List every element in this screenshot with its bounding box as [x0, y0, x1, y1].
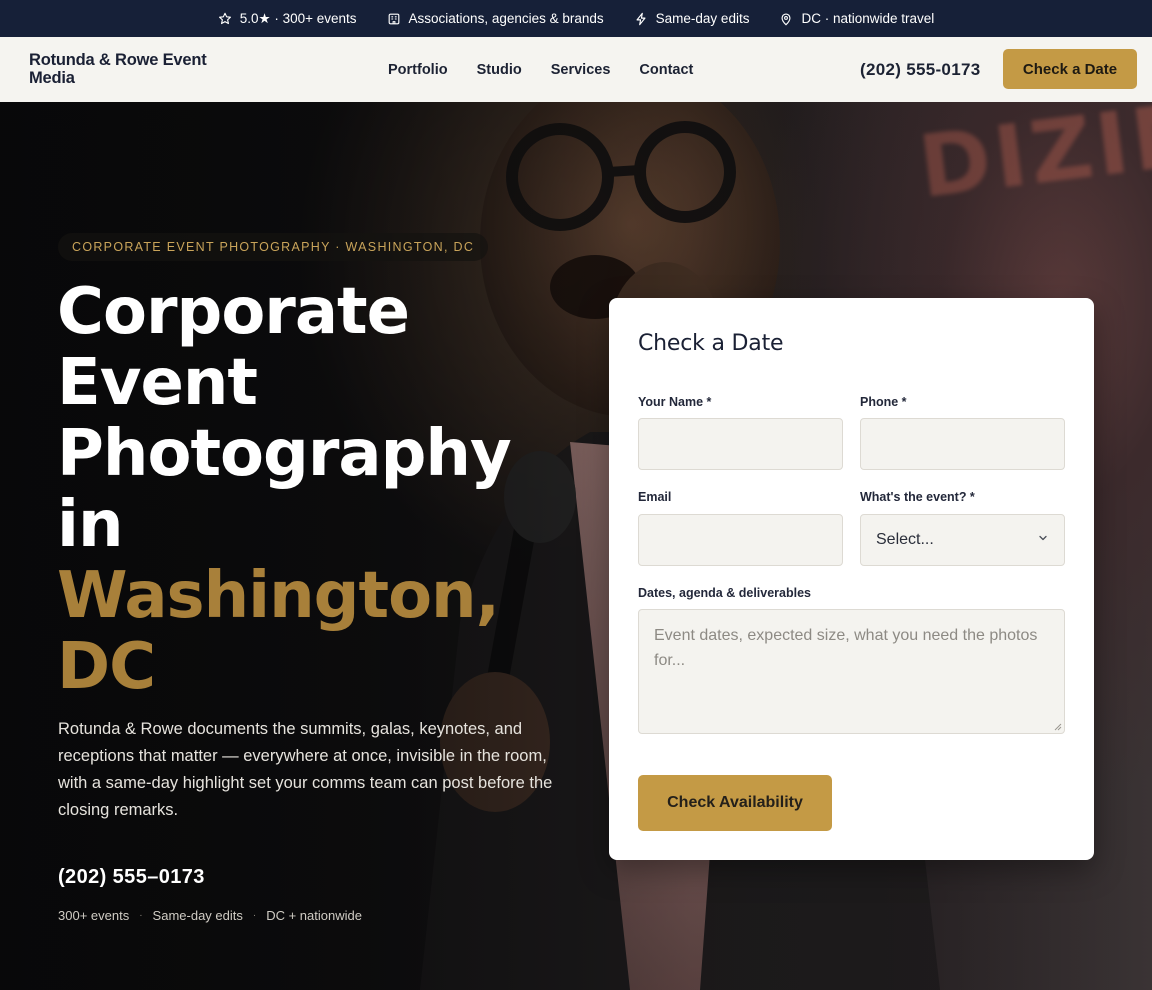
topbar-edits-text: Same-day edits	[655, 11, 750, 26]
nav-link-studio[interactable]: Studio	[477, 62, 522, 78]
topbar-item-rating: 5.0★ · 300+ events	[218, 11, 357, 27]
email-label: Email	[638, 490, 672, 504]
nav-links: Portfolio Studio Services Contact	[388, 37, 693, 102]
stat-separator: ·	[139, 910, 143, 921]
check-availability-button[interactable]: Check Availability	[638, 775, 832, 831]
details-label: Dates, agenda & deliverables	[638, 586, 811, 600]
topbar-item-clients: Associations, agencies & brands	[387, 11, 604, 26]
form-title: Check a Date	[638, 331, 784, 356]
stat-same-day: Same-day edits	[152, 908, 243, 923]
event-type-label: What's the event? *	[860, 490, 975, 504]
hero-phone-link[interactable]: (202) 555–0173	[58, 866, 205, 889]
check-date-button[interactable]: Check a Date	[1003, 49, 1137, 89]
hero-title-accent-line-2: DC	[57, 630, 156, 704]
nav-link-services[interactable]: Services	[551, 62, 611, 78]
hero-eyebrow-badge: CORPORATE EVENT PHOTOGRAPHY · WASHINGTON…	[58, 233, 489, 261]
hero-title-line-2: Event	[57, 346, 258, 420]
phone-input[interactable]	[860, 418, 1065, 470]
nav-link-contact[interactable]: Contact	[639, 62, 693, 78]
details-textarea[interactable]: Event dates, expected size, what you nee…	[638, 609, 1065, 734]
hero-title-line-3: Photography	[57, 417, 512, 491]
email-input[interactable]	[638, 514, 843, 566]
details-placeholder: Event dates, expected size, what you nee…	[654, 627, 1038, 669]
main-nav: Rotunda & Rowe Event Media Portfolio Stu…	[0, 37, 1152, 102]
name-label: Your Name *	[638, 395, 712, 409]
hero-title: Corporate Event Photography in Washingto…	[57, 277, 577, 703]
event-type-select[interactable]: Select...	[860, 514, 1065, 566]
chevron-down-icon	[1037, 531, 1049, 549]
building-icon	[387, 12, 401, 26]
topbar-rating-text: 5.0★ · 300+ events	[239, 10, 357, 26]
topbar-location-text: DC · nationwide travel	[801, 11, 935, 26]
stat-coverage: DC + nationwide	[266, 908, 362, 923]
nav-phone-link[interactable]: (202) 555-0173	[860, 37, 980, 102]
topbar-item-edits: Same-day edits	[634, 11, 750, 26]
event-type-selected-value: Select...	[876, 531, 934, 548]
map-pin-icon	[779, 12, 793, 26]
resize-grip-icon[interactable]	[1053, 722, 1062, 731]
announcement-bar: 5.0★ · 300+ events Associations, agencie…	[0, 0, 1152, 37]
hero-stats: 300+ events · Same-day edits · DC + nati…	[58, 908, 362, 923]
name-input[interactable]	[638, 418, 843, 470]
logo-line-2: Media	[29, 69, 75, 87]
nav-link-portfolio[interactable]: Portfolio	[388, 62, 448, 78]
stat-events: 300+ events	[58, 908, 130, 923]
bolt-icon	[634, 12, 648, 26]
stat-separator: ·	[252, 910, 257, 921]
topbar-clients-text: Associations, agencies & brands	[408, 11, 604, 26]
logo-line-1: Rotunda & Rowe Event	[29, 51, 207, 69]
star-icon	[218, 12, 232, 26]
hero-title-line-4: in	[57, 488, 124, 562]
hero-title-accent-line-1: Washington,	[57, 559, 500, 633]
phone-label: Phone *	[860, 395, 907, 409]
topbar-item-location: DC · nationwide travel	[779, 11, 934, 26]
hero-description: Rotunda & Rowe documents the summits, ga…	[58, 720, 553, 819]
hero-title-line-1: Corporate	[57, 275, 410, 349]
site-logo[interactable]: Rotunda & Rowe Event Media	[29, 51, 229, 87]
check-date-form: Check a Date Your Name * Phone * Email W…	[609, 298, 1094, 860]
